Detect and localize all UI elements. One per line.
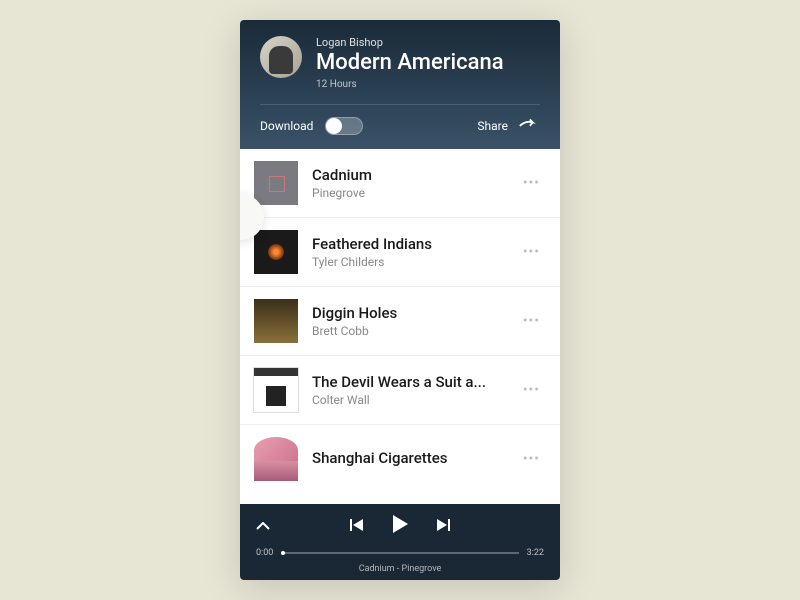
more-icon[interactable]: ••• [523,382,540,398]
album-art [254,299,298,343]
list-item[interactable]: Cadnium Pinegrove ••• [240,149,560,218]
play-button[interactable] [390,514,410,538]
header-actions: Download Share [260,105,540,149]
download-group: Download [260,117,363,135]
seek-bar[interactable] [281,552,518,554]
track-artist: Brett Cobb [312,324,509,338]
list-item[interactable]: Feathered Indians Tyler Childers ••• [240,218,560,287]
list-item[interactable]: Shanghai Cigarettes ••• [240,425,560,493]
track-info: Cadnium Pinegrove [312,166,509,200]
more-icon[interactable]: ••• [523,175,540,191]
album-art [254,230,298,274]
more-icon[interactable]: ••• [523,313,540,329]
curator-name: Logan Bishop [316,36,540,49]
list-item[interactable]: Diggin Holes Brett Cobb ••• [240,287,560,356]
playlist-header: Logan Bishop Modern Americana 12 Hours D… [240,20,560,149]
music-app: Logan Bishop Modern Americana 12 Hours D… [240,20,560,580]
playlist-title: Modern Americana [316,51,540,75]
expand-button[interactable] [256,518,270,534]
list-item[interactable]: The Devil Wears a Suit a... Colter Wall … [240,356,560,425]
track-artist: Colter Wall [312,393,509,407]
now-playing-bar: 0:00 3:22 Cadnium - Pinegrove [240,504,560,580]
album-art [254,368,298,412]
share-icon [518,118,540,135]
track-artist: Tyler Childers [312,255,509,269]
playlist-duration: 12 Hours [316,79,540,90]
track-title: Diggin Holes [312,304,509,322]
total-time: 3:22 [527,548,544,558]
track-info: Feathered Indians Tyler Childers [312,235,509,269]
track-info: The Devil Wears a Suit a... Colter Wall [312,373,509,407]
elapsed-time: 0:00 [256,548,273,558]
track-artist: Pinegrove [312,186,509,200]
next-button[interactable] [436,517,450,536]
track-title: Shanghai Cigarettes [312,449,509,467]
tracklist[interactable]: Cadnium Pinegrove ••• Feathered Indians … [240,149,560,504]
track-title: Feathered Indians [312,235,509,253]
progress-bar[interactable]: 0:00 3:22 [256,548,544,558]
album-art [254,437,298,481]
share-button[interactable]: Share [477,118,540,135]
player-controls [256,514,544,538]
more-icon[interactable]: ••• [523,244,540,260]
download-label: Download [260,119,313,133]
track-info: Shanghai Cigarettes [312,449,509,469]
avatar[interactable] [260,36,302,78]
header-info: Logan Bishop Modern Americana 12 Hours [316,36,540,90]
track-info: Diggin Holes Brett Cobb [312,304,509,338]
album-art [254,161,298,205]
previous-button[interactable] [350,517,364,536]
track-title: Cadnium [312,166,509,184]
transport-controls [350,514,450,538]
header-top: Logan Bishop Modern Americana 12 Hours [260,36,540,105]
now-playing-label: Cadnium - Pinegrove [256,564,544,574]
download-toggle[interactable] [325,117,363,135]
track-title: The Devil Wears a Suit a... [312,373,509,391]
share-label: Share [477,119,508,133]
more-icon[interactable]: ••• [523,451,540,467]
